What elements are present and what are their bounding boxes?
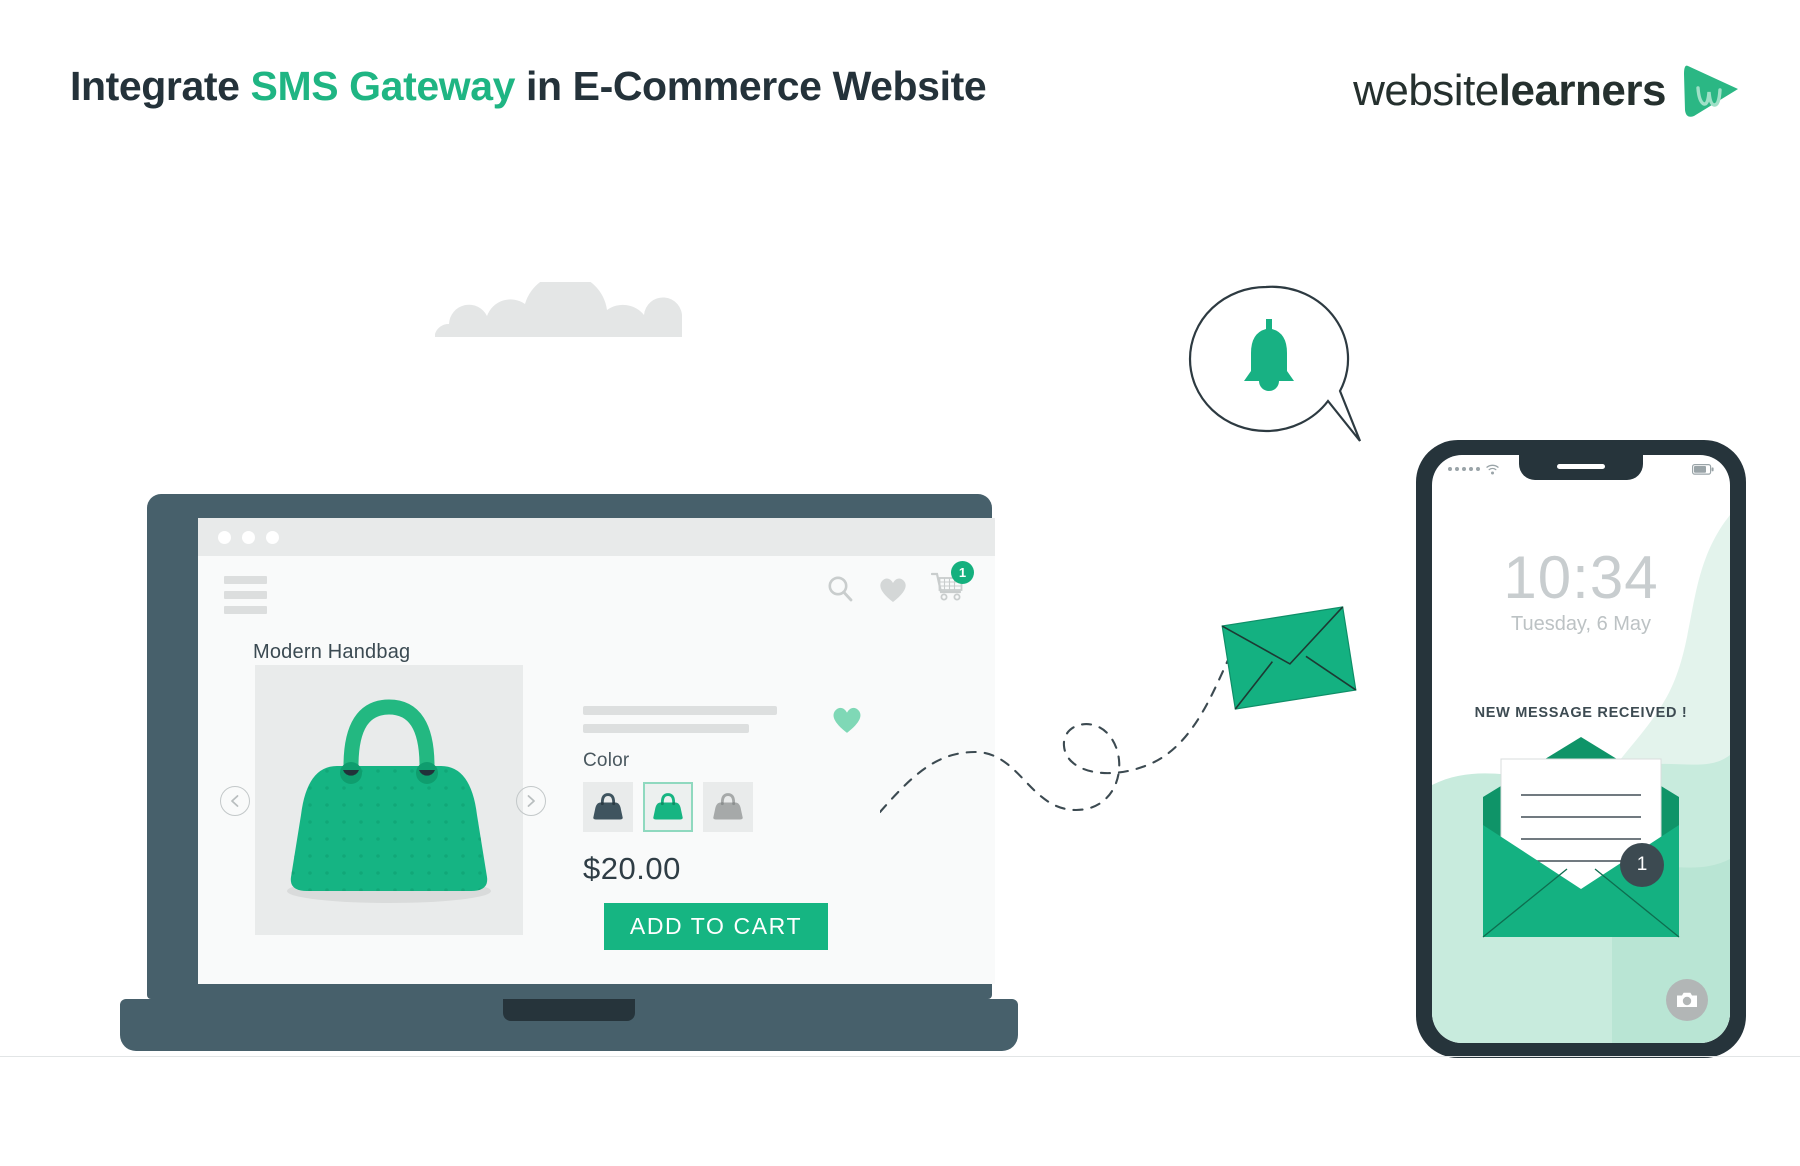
message-count-badge: 1 — [1620, 843, 1664, 887]
phone-notch — [1519, 455, 1643, 480]
hamburger-bar — [224, 591, 267, 599]
camera-shortcut-button[interactable] — [1666, 979, 1708, 1021]
laptop-trackpad-notch — [503, 999, 635, 1021]
description-placeholder-line — [583, 724, 749, 733]
carousel-prev-button[interactable] — [220, 786, 250, 816]
favorite-heart-icon[interactable] — [830, 703, 864, 735]
page-title-part1: Integrate — [70, 63, 251, 109]
color-option-label: Color — [583, 750, 630, 771]
wifi-icon — [1486, 464, 1499, 474]
window-dot-minimize[interactable] — [242, 530, 255, 544]
add-to-cart-button[interactable]: ADD TO CART — [604, 903, 828, 950]
product-image — [255, 665, 523, 935]
battery-icon — [1692, 463, 1714, 475]
chevron-left-icon — [231, 795, 239, 807]
site-header: 1 — [198, 556, 995, 630]
logo-text-website: website — [1353, 66, 1499, 115]
description-placeholder-line — [583, 706, 777, 715]
color-swatch-gray[interactable] — [703, 782, 753, 832]
play-triangle-logo-icon — [1684, 65, 1738, 117]
signal-dot — [1462, 467, 1466, 471]
signal-dot — [1448, 467, 1452, 471]
phone-body: 10:34 Tuesday, 6 May NEW MESSAGE RECEIVE… — [1416, 440, 1746, 1058]
color-swatch-green[interactable] — [643, 782, 693, 832]
laptop-screen: 1 Modern Handbag Color $20.00 ADD TO CAR… — [198, 518, 995, 984]
heart-icon[interactable] — [877, 574, 909, 604]
signal-dot — [1476, 467, 1480, 471]
ground-line — [0, 1056, 1800, 1057]
phone-screen: 10:34 Tuesday, 6 May NEW MESSAGE RECEIVE… — [1432, 455, 1730, 1043]
flying-envelope-icon — [1221, 606, 1357, 710]
camera-icon — [1677, 992, 1697, 1007]
new-message-banner: NEW MESSAGE RECEIVED ! — [1474, 705, 1688, 721]
chevron-right-icon — [527, 795, 535, 807]
color-swatch-group — [583, 782, 883, 832]
browser-titlebar — [198, 518, 995, 556]
handbag-swatch-icon — [653, 793, 683, 820]
cart-button[interactable]: 1 — [930, 561, 974, 607]
window-dot-maximize[interactable] — [266, 530, 279, 544]
product-info-panel: Color $20.00 ADD TO CART — [583, 706, 883, 950]
page-title: Integrate SMS Gateway in E-Commerce Webs… — [70, 63, 987, 110]
phone-clock-date: Tuesday, 6 May — [1510, 613, 1652, 635]
cart-badge: 1 — [951, 561, 974, 584]
signal-dot — [1455, 467, 1459, 471]
open-envelope-illustration — [1482, 737, 1680, 938]
handbag-illustration — [287, 699, 491, 903]
notification-speech-bubble — [1188, 285, 1362, 442]
laptop-base — [120, 999, 1018, 1051]
logo-wordmark: websitelearners — [1353, 66, 1666, 116]
handbag-swatch-icon — [593, 793, 623, 820]
illustration-canvas: Integrate SMS Gateway in E-Commerce Webs… — [0, 0, 1800, 1166]
product-title: Modern Handbag — [253, 641, 411, 663]
header-icon-group: 1 — [825, 561, 974, 607]
handbag-swatch-icon — [713, 793, 743, 820]
page-title-accent: SMS Gateway — [250, 63, 516, 109]
product-price: $20.00 — [583, 851, 681, 886]
logo-text-learners: learners — [1498, 66, 1667, 115]
signal-dot — [1469, 467, 1473, 471]
signal-dots-icon — [1448, 467, 1480, 471]
hamburger-bar — [224, 606, 267, 614]
page-title-part2: in E-Commerce Website — [515, 63, 987, 109]
cloud-decoration — [435, 282, 682, 337]
phone-speaker — [1557, 464, 1605, 469]
hamburger-bar — [224, 576, 267, 584]
phone-clock-time: 10:34 — [1503, 544, 1659, 611]
hamburger-icon[interactable] — [224, 576, 267, 614]
window-dot-close[interactable] — [218, 530, 231, 544]
search-icon[interactable] — [825, 574, 855, 604]
color-swatch-dark-slate[interactable] — [583, 782, 633, 832]
carousel-next-button[interactable] — [516, 786, 546, 816]
brand-logo[interactable]: websitelearners — [1353, 62, 1742, 120]
laptop-lid: 1 Modern Handbag Color $20.00 ADD TO CAR… — [147, 494, 995, 999]
